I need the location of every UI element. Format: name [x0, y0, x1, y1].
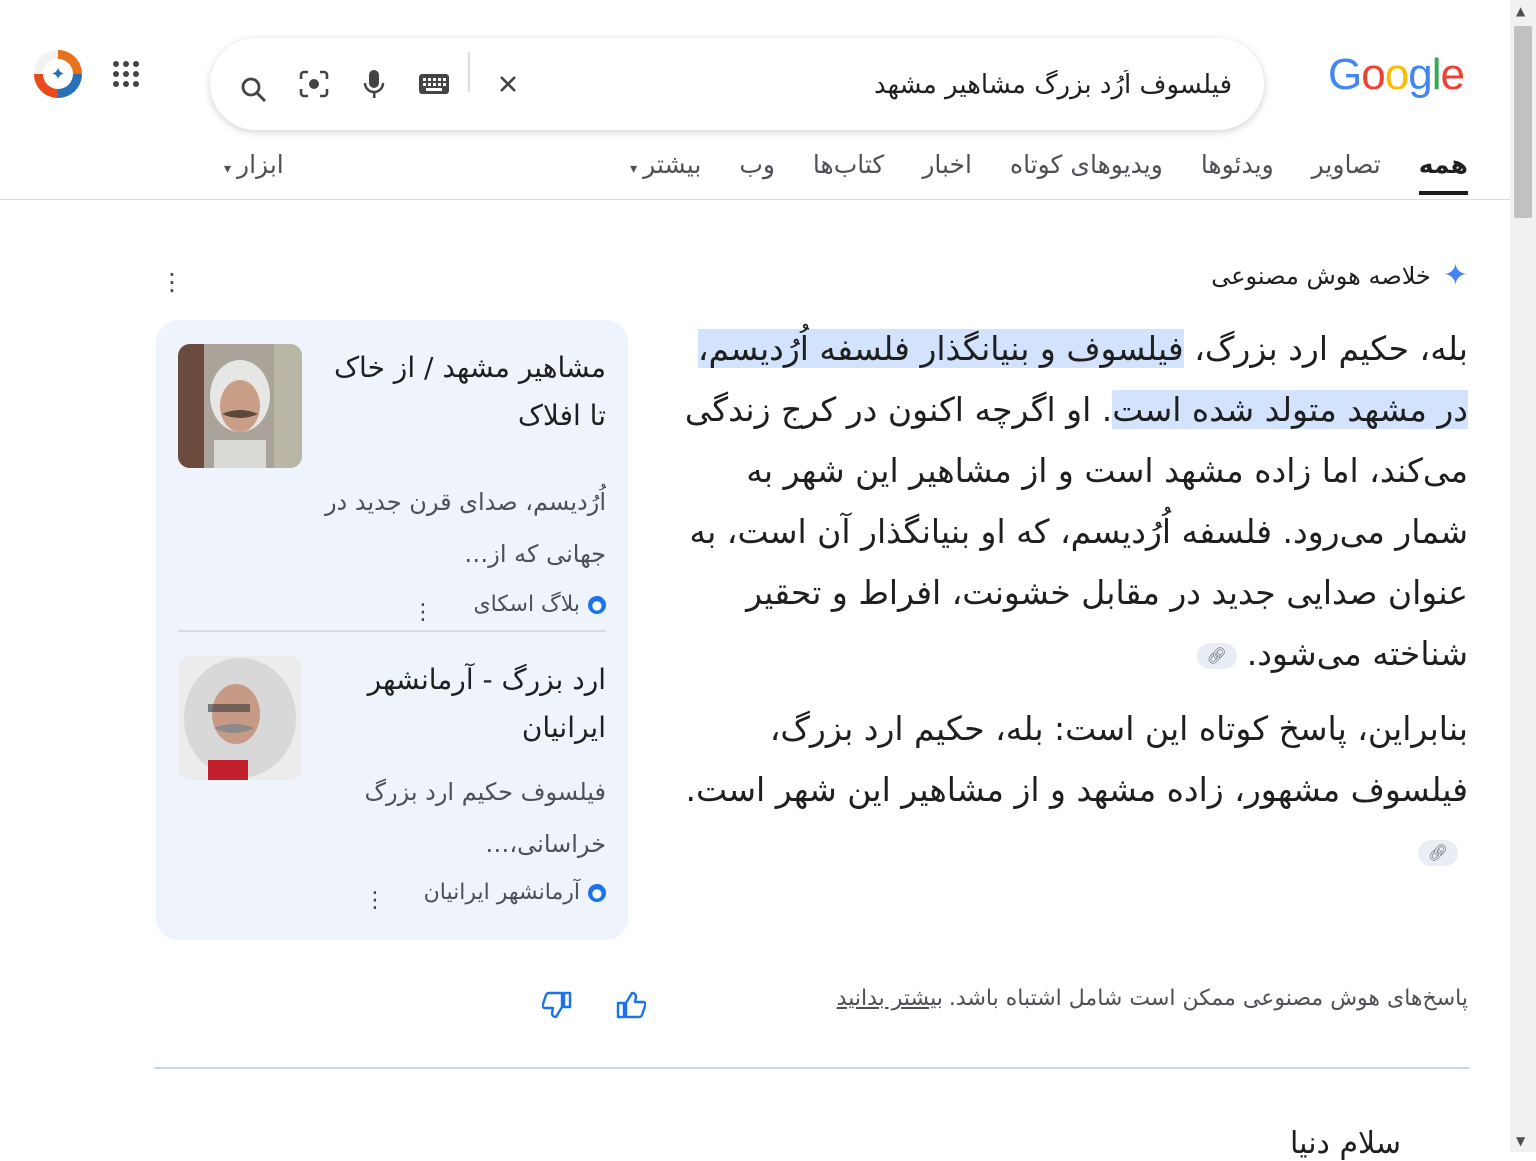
answer-paragraph-2: بنابراین، پاسخ کوتاه این است: بله، حکیم …	[678, 698, 1468, 881]
thumbs-down-icon[interactable]	[540, 988, 574, 1022]
caret-down-icon: ▾	[630, 161, 638, 177]
globe-icon: ●	[588, 883, 606, 902]
tab-all[interactable]: همه	[1418, 150, 1469, 195]
clear-icon[interactable]	[488, 64, 528, 104]
citation-link-icon[interactable]: 🔗︎	[1418, 839, 1458, 866]
source-site-name: آرمانشهر ایرانیان	[423, 880, 580, 905]
source-site: ● بلاگ اسکای	[473, 592, 606, 617]
answer-paragraph-1: بله، حکیم ارد بزرگ، فیلسوف و بنیانگذار ف…	[678, 318, 1468, 684]
source-thumbnail	[178, 656, 302, 780]
tab-videos[interactable]: ویدئوها	[1201, 150, 1274, 191]
section-divider	[154, 1067, 1470, 1069]
thumbs-up-icon[interactable]	[614, 988, 648, 1022]
more-options-icon[interactable]: ⋮	[412, 600, 434, 625]
source-site-name: بلاگ اسکای	[473, 592, 580, 617]
disclaimer-text: پاسخ‌های هوش مصنوعی ممکن است شامل اشتباه…	[948, 986, 1468, 1011]
tab-more[interactable]: بیشتر ▾	[630, 150, 701, 191]
source-card[interactable]: مشاهیر مشهد / از خاک تا افلاک اُرُدیسم، …	[178, 344, 606, 634]
bird-icon: ✦	[43, 59, 73, 89]
tab-books[interactable]: کتاب‌ها	[813, 150, 884, 191]
account-avatar[interactable]: ✦	[34, 50, 82, 98]
tab-more-label: بیشتر	[643, 150, 702, 179]
ai-disclaimer: پاسخ‌های هوش مصنوعی ممکن است شامل اشتباه…	[837, 986, 1468, 1011]
source-divider	[178, 630, 606, 632]
scroll-down-icon[interactable]: ▼	[1516, 1134, 1525, 1148]
scroll-up-icon[interactable]: ▲	[1516, 4, 1525, 18]
citation-link-icon[interactable]: 🔗︎	[1196, 642, 1237, 669]
source-card[interactable]: ارد بزرگ - آرمانشهر ایرانیان فیلسوف حکیم…	[178, 656, 606, 926]
scrollbar-thumb[interactable]	[1514, 26, 1532, 218]
search-input[interactable]	[530, 62, 1234, 108]
tab-news[interactable]: اخبار	[922, 150, 972, 191]
source-snippet: فیلسوف حکیم ارد بزرگ خراسانی،…	[364, 778, 606, 858]
answer-text: بله، حکیم ارد بزرگ،	[1183, 329, 1468, 368]
header-divider	[0, 199, 1510, 200]
vertical-scrollbar[interactable]: ▲ ▼	[1510, 0, 1536, 1152]
tab-short-videos[interactable]: ویدیوهای کوتاه	[1010, 150, 1163, 191]
more-options-icon[interactable]: ⋮	[160, 268, 184, 296]
search-tabs: همه تصاویر ویدئوها ویدیوهای کوتاه اخبار …	[592, 150, 1469, 195]
source-thumbnail	[178, 344, 302, 468]
source-title[interactable]: مشاهیر مشهد / از خاک تا افلاک	[326, 344, 606, 440]
source-site: ● آرمانشهر ایرانیان	[424, 880, 606, 905]
more-options-icon[interactable]: ⋮	[364, 888, 386, 913]
keyboard-icon[interactable]	[414, 64, 454, 104]
sources-panel: مشاهیر مشهد / از خاک تا افلاک اُرُدیسم، …	[156, 320, 628, 940]
answer-text: بنابراین، پاسخ کوتاه این است: بله، حکیم …	[685, 709, 1469, 809]
next-result-text: سلام دنیا	[1290, 1126, 1402, 1161]
source-snippet: اُرُدیسم، صدای قرن جدید در جهانی که از…	[324, 488, 606, 568]
source-title[interactable]: ارد بزرگ - آرمانشهر ایرانیان	[326, 656, 606, 752]
tab-images[interactable]: تصاویر	[1312, 150, 1381, 191]
microphone-icon[interactable]	[354, 64, 394, 104]
search-divider	[468, 52, 470, 92]
tools-label: ابزار	[237, 150, 284, 179]
sparkle-icon: ✦	[1442, 258, 1468, 293]
camera-search-icon[interactable]	[294, 64, 334, 104]
globe-icon: ●	[588, 595, 606, 614]
learn-more-link[interactable]: بیشتر بدانید	[837, 986, 943, 1011]
google-logo[interactable]: Google	[1328, 50, 1465, 100]
tools-button[interactable]: ابزار ▾	[224, 150, 284, 179]
answer-text: . او اگرچه اکنون در کرج زندگی می‌کند، ام…	[684, 390, 1468, 673]
tab-web[interactable]: وب	[739, 150, 775, 191]
ai-overview-title: خلاصه هوش مصنوعی	[1211, 261, 1431, 290]
search-box	[210, 38, 1264, 130]
caret-down-icon: ▾	[224, 161, 232, 177]
search-icon[interactable]	[234, 70, 274, 110]
ai-overview-answer: بله، حکیم ارد بزرگ، فیلسوف و بنیانگذار ف…	[678, 318, 1468, 895]
apps-grid-icon[interactable]	[112, 60, 140, 92]
ai-overview-header: ✦ خلاصه هوش مصنوعی	[1211, 258, 1468, 293]
